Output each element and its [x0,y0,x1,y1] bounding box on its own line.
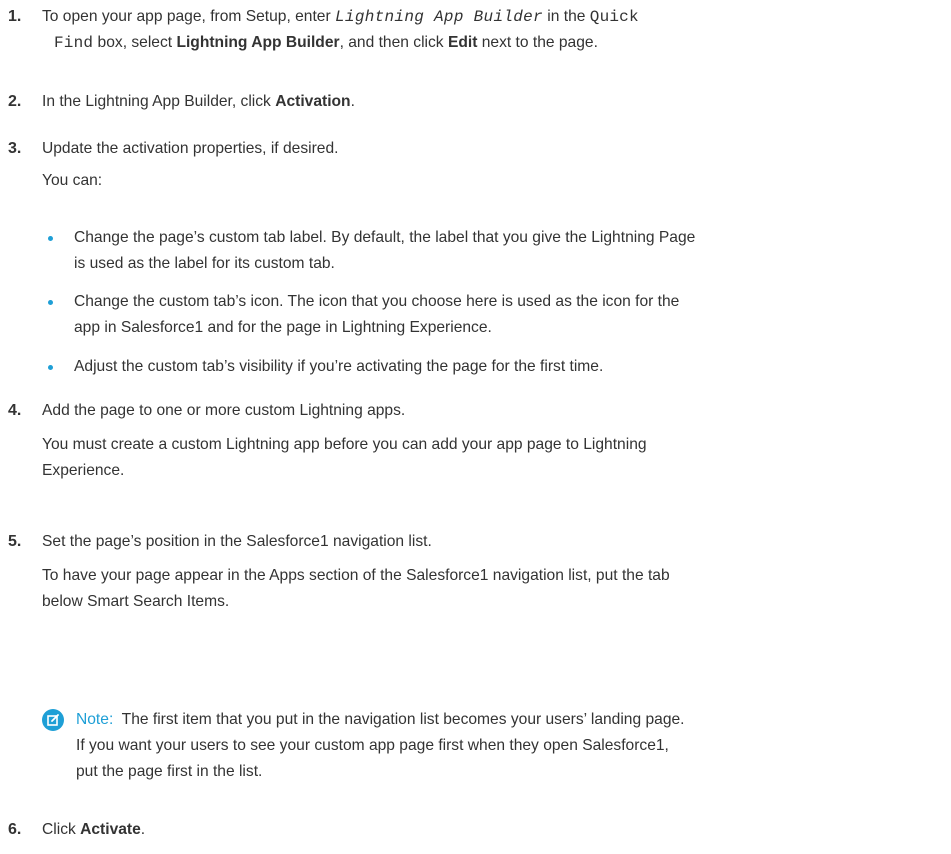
edit-note-icon [42,709,64,731]
step-subtext: You can: [42,172,103,189]
step-line: Add the page to one or more custom Light… [42,402,406,419]
step-subtext: You must create a custom Lightning app b… [42,436,647,479]
step-number: 2. [8,93,22,110]
note-label: Note: [76,711,114,728]
step-line: Update the activation properties, if des… [42,140,339,157]
code-text: Lightning App Builder [335,8,543,26]
document-page: 1. To open your app page, from Setup, en… [0,0,951,854]
ui-element-name: Edit [447,34,478,51]
step-body: Add the page to one or more custom Light… [42,398,947,484]
step-line: Set the page’s position in the Salesforc… [42,533,432,550]
step-number: 1. [8,8,22,25]
bullet-icon [48,236,53,241]
step-number: 5. [8,533,22,550]
step-line: Click Activate. [42,821,146,838]
step-number: 4. [8,402,22,419]
bullet-icon [48,365,53,370]
step-body: Update the activation properties, if des… [42,136,947,194]
ui-element-name: Activation [275,93,351,110]
step-line: In the Lightning App Builder, click Acti… [42,93,355,110]
step-body: In the Lightning App Builder, click Acti… [42,89,947,115]
step-number: 3. [8,140,22,157]
note-callout: Note: The first item that you put in the… [76,711,685,780]
step-subtext: To have your page appear in the Apps sec… [42,567,670,610]
step-line: Find box, select Lightning App Builder, … [54,34,598,52]
bullet-icon [48,300,53,305]
step-number: 6. [8,821,22,838]
ui-element-name: Activate [80,821,141,838]
step-body: To open your app page, from Setup, enter… [42,4,947,56]
ui-element-name: Lightning App Builder [176,34,340,51]
code-text: Quick [589,8,639,26]
step-line: To open your app page, from Setup, enter… [42,8,639,26]
step-body: Click Activate. [42,817,947,843]
code-text: Find [54,34,94,52]
step-body: Set the page’s position in the Salesforc… [42,529,947,615]
